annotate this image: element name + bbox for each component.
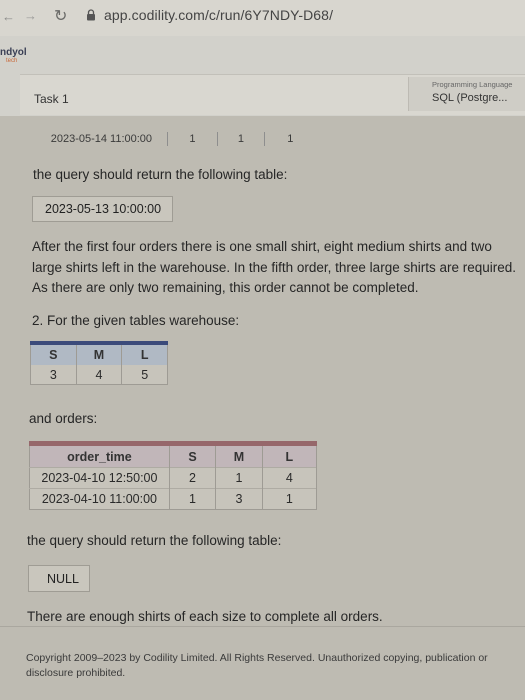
table-cell: 1	[167, 132, 219, 146]
brand-name: ndyol	[0, 47, 27, 58]
language-value: SQL (Postgre...	[432, 92, 508, 104]
table-cell: 2023-04-10 12:50:00	[29, 467, 170, 489]
column-header: L	[121, 343, 168, 365]
table-cell: 2023-05-14 11:00:00	[36, 132, 168, 146]
table-row: 3 4 5	[30, 365, 168, 385]
table-cell: 1	[287, 133, 294, 145]
table-header-row: order_time S M L	[29, 443, 318, 468]
explanation-text: There are enough shirts of each size to …	[27, 609, 383, 624]
example-intro: 2. For the given tables warehouse:	[32, 313, 240, 328]
brand-tagline: tech	[6, 58, 18, 64]
result-value: NULL	[47, 571, 79, 586]
column-header: L	[262, 443, 318, 468]
table-cell: 5	[121, 365, 168, 385]
column-header: M	[76, 343, 123, 365]
column-header: order_time	[29, 443, 170, 468]
table-header-row: S M L	[30, 343, 168, 365]
table-row: 2023-05-14 11:00:00 1 1 1	[36, 132, 316, 146]
reload-icon[interactable]: ↻	[54, 6, 67, 26]
table-cell: 4	[262, 467, 318, 489]
task-title[interactable]: Task 1	[34, 92, 69, 106]
table-cell: 3	[30, 365, 77, 385]
and-orders-text: and orders:	[29, 411, 98, 426]
table-cell: 1	[217, 132, 265, 146]
table-row: 2023-05-13 10:00:00	[35, 199, 170, 219]
brand-logo: ndyol tech	[0, 47, 27, 65]
table-row: NULL	[31, 568, 87, 589]
task-header: Task 1 Programming Language SQL (Postgre…	[20, 74, 525, 115]
table-row: 2023-04-10 12:50:00 2 1 4	[29, 467, 318, 489]
column-header: S	[30, 343, 77, 365]
result-table: NULL	[28, 565, 90, 592]
address-bar[interactable]: app.codility.com/c/run/6Y7NDY-D68/	[104, 7, 333, 23]
table-cell: 1	[169, 488, 217, 510]
browser-toolbar: ← → ↻ app.codility.com/c/run/6Y7NDY-D68/	[0, 0, 525, 36]
language-caption: Programming Language	[432, 80, 513, 89]
forward-arrow-icon[interactable]: →	[24, 8, 37, 23]
column-header: M	[215, 443, 263, 468]
table-cell: 4	[76, 365, 123, 385]
copyright-text: Copyright 2009–2023 by Codility Limited.…	[26, 651, 488, 679]
back-arrow-icon[interactable]: ←	[2, 9, 15, 24]
table-cell: 1	[215, 467, 263, 489]
query-return-text: the query should return the following ta…	[33, 167, 288, 182]
table-cell: 1	[262, 488, 318, 510]
app-header: ndyol tech Task 1 Programming Language S…	[0, 36, 525, 116]
table-row: 2023-04-10 11:00:00 1 3 1	[29, 488, 318, 510]
query-return-text: the query should return the following ta…	[27, 533, 282, 548]
table-cell: 2023-04-10 11:00:00	[29, 488, 170, 510]
task-description: 2023-05-14 11:00:00 1 1 1 the query shou…	[0, 116, 525, 700]
explanation-text: After the first four orders there is one…	[32, 239, 517, 295]
language-select[interactable]: Programming Language SQL (Postgre...	[408, 77, 525, 111]
result-table: 2023-05-13 10:00:00	[32, 196, 173, 222]
lock-icon	[87, 9, 95, 21]
result-value: 2023-05-13 10:00:00	[45, 202, 162, 216]
orders-table-fragment: 2023-05-14 11:00:00 1 1 1	[36, 132, 316, 146]
footer-divider	[0, 626, 525, 627]
column-header: S	[169, 443, 217, 468]
orders-table: order_time S M L 2023-04-10 12:50:00 2 1…	[29, 441, 318, 510]
table-cell: 2	[169, 467, 217, 489]
table-cell: 3	[215, 488, 263, 510]
warehouse-table: S M L 3 4 5	[30, 341, 168, 385]
